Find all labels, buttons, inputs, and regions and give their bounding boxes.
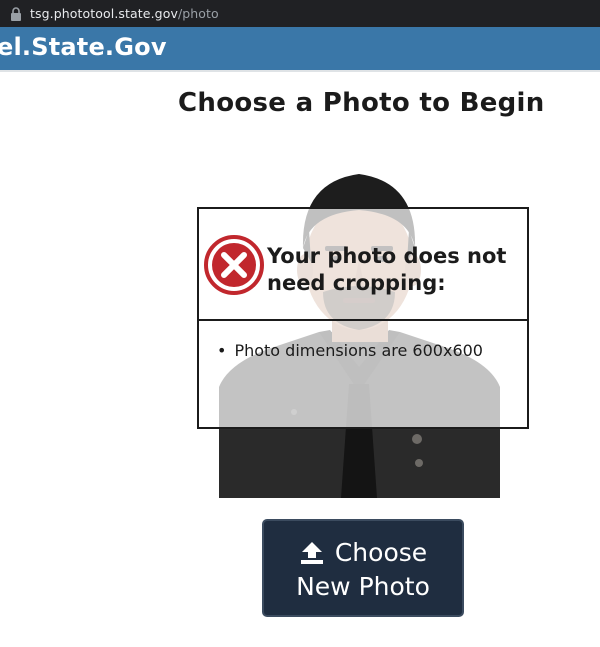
url-text[interactable]: tsg.phototool.state.gov/photo <box>30 6 219 21</box>
url-path: /photo <box>177 6 219 21</box>
error-x-icon <box>204 235 264 295</box>
site-header: el.State.Gov <box>0 27 600 70</box>
crop-result-card: Your photo does not need cropping: Photo… <box>197 207 529 429</box>
upload-icon <box>300 542 323 564</box>
header-divider <box>0 70 600 72</box>
crop-result-details: Photo dimensions are 600x600 <box>217 341 483 360</box>
choose-button-label-line1: Choose <box>334 538 428 567</box>
choose-button-row: Choose <box>264 537 462 569</box>
choose-button-label-line2: New Photo <box>296 572 430 601</box>
page-title: Choose a Photo to Begin <box>178 88 545 118</box>
browser-address-bar[interactable]: tsg.phototool.state.gov/photo <box>0 0 600 27</box>
crop-result-header: Your photo does not need cropping: <box>199 209 527 321</box>
choose-new-photo-button[interactable]: Choose New Photo <box>262 519 464 617</box>
url-host: tsg.phototool.state.gov <box>30 6 178 21</box>
lock-icon <box>11 6 21 21</box>
detail-item: Photo dimensions are 600x600 <box>217 341 483 360</box>
crop-result-heading: Your photo does not need cropping: <box>267 244 507 295</box>
site-brand[interactable]: el.State.Gov <box>0 33 167 61</box>
